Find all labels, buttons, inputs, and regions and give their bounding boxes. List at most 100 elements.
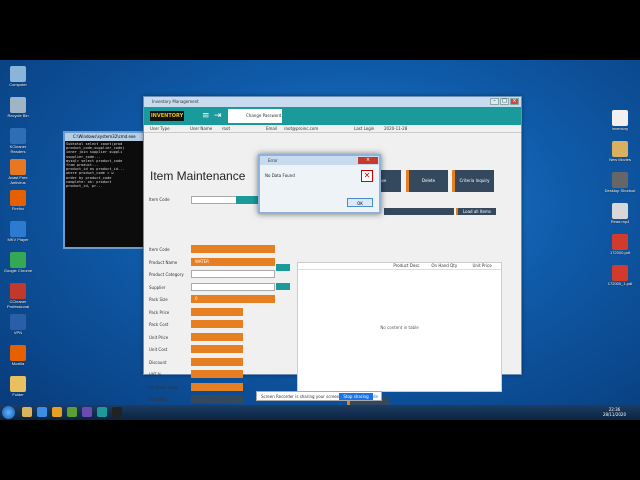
field-input[interactable] (191, 282, 275, 291)
field-input[interactable] (191, 370, 243, 378)
table-empty-text: No content in table (380, 325, 419, 330)
desktop-icon[interactable]: CCleaner Professional (2, 283, 34, 309)
desktop-icon-label: 172000_1.pdf (607, 281, 633, 286)
field-input[interactable] (191, 332, 243, 341)
table-header-spacer (298, 263, 388, 269)
desktop-icon-label: Recycle Bin (7, 113, 29, 118)
field-input[interactable] (191, 245, 275, 253)
table-column-header[interactable]: On Hand Qty (425, 263, 463, 269)
app-window-title: Inventory Management (144, 97, 521, 107)
taskbar: 22:36 28/11/2020 (0, 405, 640, 420)
search-bar[interactable] (384, 208, 454, 215)
desktop-icon-image (10, 376, 26, 392)
dialog-close-button[interactable]: × (358, 157, 378, 164)
username-label: User Name (190, 126, 213, 131)
desktop-icon[interactable]: New Movies (604, 141, 636, 167)
start-button[interactable] (2, 406, 15, 419)
maximize-button[interactable]: □ (500, 98, 509, 105)
field-input[interactable] (191, 270, 275, 278)
dialog-ok-button[interactable]: OK (347, 198, 373, 207)
desktop-icon[interactable]: Folder (2, 376, 34, 402)
change-password-button[interactable]: Change Password (228, 109, 282, 123)
desktop-icon-label: Computer (9, 82, 27, 87)
app-window: Inventory Management – □ × INVENTORY ≡ ⇥… (143, 96, 522, 420)
desktop-icon-label: Desktop Shortcut (604, 188, 636, 193)
load-all-items-button[interactable]: Load all Items (456, 208, 496, 215)
field-label: Pack Cost (149, 322, 169, 327)
desktop-icon[interactable]: Avast Free Antivirus (2, 159, 34, 185)
desktop-icon[interactable]: Desktop Shortcut (604, 172, 636, 198)
desktop-icon[interactable]: Read.mp4 (604, 203, 636, 229)
field-input[interactable] (191, 345, 243, 353)
desktop: Computer Recycle Bin KCleaner Readers Avast… (0, 60, 640, 420)
item-code-search-label: Item Code (149, 197, 170, 202)
desktop-icon[interactable]: Recycle Bin (2, 97, 34, 123)
vs-taskbar-icon[interactable] (82, 407, 92, 417)
clock[interactable]: 22:36 28/11/2020 (603, 407, 626, 417)
clock-date: 28/11/2020 (602, 412, 626, 417)
ie-taskbar-icon[interactable] (37, 407, 47, 417)
desktop-icon[interactable]: VPN (2, 314, 34, 340)
supplier-add-button[interactable] (276, 283, 290, 290)
dialog-message: No Data Found (265, 173, 295, 178)
desktop-icon-image (612, 172, 628, 188)
field-input[interactable]: WATER (191, 257, 275, 266)
desktop-icon-label: Avast Free Antivirus (8, 175, 28, 185)
field-input[interactable]: 0 (191, 295, 275, 303)
field-label: Item Code (149, 247, 170, 252)
desktop-icon[interactable]: MKV Player (2, 221, 34, 247)
field-input[interactable] (191, 382, 243, 391)
hide-share-button[interactable]: Hide (369, 392, 378, 402)
field-input[interactable] (191, 320, 243, 328)
desktop-icon[interactable]: Google Chrome (2, 252, 34, 278)
last-login-value: 2020-11-28 (384, 126, 408, 131)
desktop-icon[interactable]: inventory (604, 110, 636, 136)
error-icon: ✕ (361, 170, 373, 182)
criteria-inquiry-button[interactable]: Criteria Inquiry (452, 170, 494, 192)
explorer-taskbar-icon[interactable] (22, 407, 32, 417)
page-title: Item Maintenance (150, 169, 246, 183)
category-add-button[interactable] (276, 264, 290, 271)
cmd-window[interactable]: C:\Windows\system32\cmd.exe Subtotal sel… (63, 131, 153, 249)
app-taskbar-icon[interactable] (97, 407, 107, 417)
table-column-header[interactable]: Unit Price (463, 263, 501, 269)
desktop-icon[interactable]: Mozilla (2, 345, 34, 371)
app-topbar: INVENTORY ≡ ⇥ Change Password (144, 107, 521, 125)
desktop-icon[interactable]: KCleaner Readers (2, 128, 34, 154)
table-column-header[interactable]: Product Desc (388, 263, 426, 269)
items-table[interactable]: Product Desc On Hand Qty Unit Price No con… (297, 262, 502, 392)
close-button[interactable]: × (510, 98, 519, 105)
exit-icon[interactable]: ⇥ (214, 111, 222, 121)
field-label: Supplier (149, 284, 166, 290)
desktop-icon-label: Folder (12, 392, 24, 397)
desktop-icon-image (10, 128, 26, 144)
cmd-title: C:\Windows\system32\cmd.exe (65, 133, 151, 141)
desktop-icon-image (10, 252, 26, 268)
field-input[interactable] (191, 357, 243, 366)
menu-icon[interactable]: ≡ (202, 111, 210, 121)
field-input[interactable] (191, 307, 243, 316)
field-label: Pack Size (149, 297, 168, 302)
desktop-icon[interactable]: Firefox (2, 190, 34, 216)
minimize-button[interactable]: – (490, 98, 499, 105)
desktop-icon-label: Google Chrome (3, 268, 33, 273)
field-label: On H Qty (149, 397, 168, 402)
field-label: VAT % (149, 372, 162, 377)
error-dialog: Error × No Data Found ✕ OK (258, 154, 381, 214)
delete-button[interactable]: Delete (406, 170, 448, 192)
media-taskbar-icon[interactable] (52, 407, 62, 417)
desktop-icon[interactable]: Computer (2, 66, 34, 92)
desktop-icon[interactable]: 172000.pdf (604, 234, 636, 260)
user-info-bar: User Type User Name root Email root@proi… (144, 125, 521, 133)
screen-share-bar: Screen Recorder is sharing your screen. … (256, 391, 382, 401)
cmd-text: Subtotal select count(prod product_code,… (66, 142, 125, 189)
desktop-icon[interactable]: 172000_1.pdf (604, 265, 636, 291)
chrome-taskbar-icon[interactable] (67, 407, 77, 417)
app-logo: INVENTORY (150, 111, 184, 121)
desktop-icon-image (612, 265, 628, 281)
desktop-icon-image (10, 190, 26, 206)
field-label: Unit Cost (149, 347, 168, 352)
field-input[interactable] (191, 395, 243, 403)
view-button[interactable] (236, 196, 258, 204)
cmd-taskbar-icon[interactable] (112, 407, 122, 417)
